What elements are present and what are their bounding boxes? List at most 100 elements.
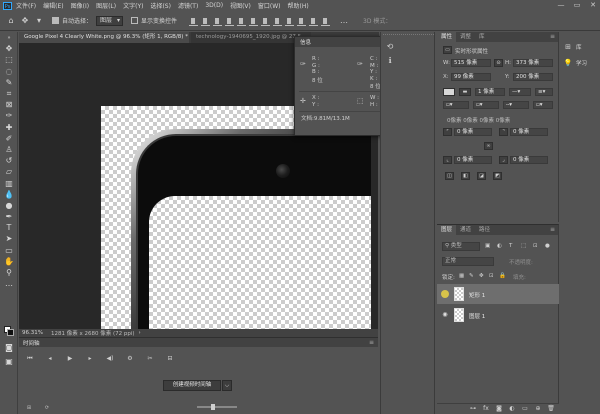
lock-artboard-icon[interactable]: ⊡ <box>489 273 494 279</box>
adjustment-layer-icon[interactable]: ◐ <box>508 405 516 413</box>
filter-shape-icon[interactable]: ⬚ <box>521 243 526 249</box>
tab-paths[interactable]: 路径 <box>475 225 494 235</box>
layer-name[interactable]: 图层 1 <box>469 312 485 320</box>
distribute-right-icon[interactable] <box>321 16 331 26</box>
settings-icon[interactable]: ⚙ <box>125 355 135 363</box>
close-button[interactable]: ✕ <box>588 1 598 10</box>
crop-tool-icon[interactable]: ⌗ <box>0 88 18 99</box>
y-input[interactable]: 200 像素 <box>513 73 553 81</box>
zoom-level[interactable]: 96.31% <box>22 330 43 336</box>
filter-adjustment-icon[interactable]: ◐ <box>497 243 502 249</box>
corner-radius-tr[interactable]: 0 像素 <box>510 128 548 136</box>
timeline-zoom-slider[interactable] <box>197 404 237 410</box>
quick-mask-icon[interactable]: ◙ <box>0 342 18 353</box>
align-right-icon[interactable] <box>249 16 259 26</box>
layer-name[interactable]: 矩形 1 <box>469 291 485 299</box>
learn-panel-button[interactable]: 💡 学习 <box>563 56 599 70</box>
panel-menu-icon[interactable]: ≡ <box>369 338 374 347</box>
history-brush-tool-icon[interactable]: ↺ <box>0 155 18 166</box>
timeline-header[interactable]: 时间轴 ≡ <box>19 338 378 347</box>
background-color-swatch[interactable] <box>7 329 14 336</box>
menu-file[interactable]: 文件(F) <box>16 1 36 10</box>
libraries-panel-button[interactable]: ⊞ 库 <box>563 40 599 54</box>
first-frame-icon[interactable]: ⏮ <box>25 355 35 363</box>
eyedropper-tool-icon[interactable]: ✑ <box>0 110 18 121</box>
create-video-timeline-button[interactable]: 创建视频时间轴 <box>163 380 221 391</box>
tab-document-inactive[interactable]: technology-1940695_1920.jpg @ 27.5... <box>191 32 311 43</box>
move-tool-icon[interactable]: ✥ <box>0 43 18 54</box>
blur-tool-icon[interactable]: 💧 <box>0 189 18 200</box>
path-select-tool-icon[interactable]: ➤ <box>0 233 18 244</box>
zoom-tool-icon[interactable]: ⚲ <box>0 267 18 278</box>
quick-select-tool-icon[interactable]: ✎ <box>0 77 18 88</box>
menu-window[interactable]: 窗口(W) <box>258 1 281 10</box>
info-panel-icon[interactable]: ℹ <box>385 56 395 66</box>
stroke-align-dropdown[interactable]: ≡▾ <box>535 88 553 96</box>
show-transform-checkbox[interactable] <box>131 17 139 24</box>
audio-icon[interactable]: ◀) <box>105 355 115 363</box>
pen-tool-icon[interactable]: ✒ <box>0 211 18 222</box>
menu-3d[interactable]: 3D(D) <box>205 2 223 9</box>
stroke-corner-dropdown[interactable]: ▫▾ <box>473 101 499 109</box>
split-icon[interactable]: ✂ <box>145 355 155 363</box>
add-mask-icon[interactable]: ◙ <box>495 405 503 413</box>
corner-radius-tl[interactable]: 0 像素 <box>454 128 492 136</box>
stroke-cap-dropdown[interactable]: ▫▾ <box>443 101 469 109</box>
tab-layers[interactable]: 图层 <box>437 225 457 235</box>
distribute-bottom-icon[interactable] <box>285 16 295 26</box>
new-layer-icon[interactable]: ⊕ <box>534 405 542 413</box>
clone-stamp-tool-icon[interactable]: ♙ <box>0 144 18 155</box>
filter-smart-icon[interactable]: ⊡ <box>533 243 538 249</box>
stroke-more-dropdown[interactable]: ▫▾ <box>533 101 553 109</box>
width-input[interactable]: 515 像素 <box>451 59 491 67</box>
link-layers-icon[interactable]: ⊶ <box>469 405 477 413</box>
more-tools-icon[interactable]: … <box>0 278 18 289</box>
color-swatches[interactable] <box>4 326 14 336</box>
create-timeline-dropdown[interactable]: ⌵ <box>222 380 232 391</box>
height-input[interactable]: 373 像素 <box>513 59 553 67</box>
eye-icon[interactable]: ◉ <box>441 311 449 318</box>
distribute-left-icon[interactable] <box>297 16 307 26</box>
play-icon[interactable]: ▶ <box>65 355 75 363</box>
corner-radius-bl[interactable]: 0 像素 <box>454 156 492 164</box>
filter-type-icon[interactable]: T <box>509 243 512 249</box>
healing-brush-tool-icon[interactable]: ✚ <box>0 122 18 133</box>
document-canvas[interactable] <box>101 106 371 329</box>
layer-kind-filter[interactable]: ⚲ 类型 <box>442 242 480 251</box>
stroke-type-dropdown[interactable]: —▾ <box>509 88 531 96</box>
menu-image[interactable]: 图像(I) <box>71 1 89 10</box>
menu-view[interactable]: 视图(V) <box>230 1 251 10</box>
blend-mode-dropdown[interactable]: 正常 <box>442 257 494 266</box>
filter-toggle-icon[interactable]: ● <box>545 243 550 249</box>
menu-edit[interactable]: 编辑(E) <box>43 1 63 10</box>
lock-pixels-icon[interactable]: ▦ <box>459 273 464 279</box>
distribute-hcenter-icon[interactable] <box>309 16 319 26</box>
menu-select[interactable]: 选择(S) <box>150 1 171 10</box>
screen-mode-icon[interactable]: ▣ <box>0 356 18 367</box>
visibility-toggle-icon[interactable] <box>441 290 449 298</box>
corner-radius-br[interactable]: 0 像素 <box>510 156 548 164</box>
rectangle-tool-icon[interactable]: ▭ <box>0 245 18 256</box>
slider-knob[interactable] <box>211 404 215 410</box>
align-top-icon[interactable] <box>189 16 199 26</box>
next-frame-icon[interactable]: ▸ <box>85 355 95 363</box>
frame-tool-icon[interactable]: ⊠ <box>0 99 18 110</box>
maximize-button[interactable]: ▭ <box>572 1 582 10</box>
history-panel-icon[interactable]: ⟲ <box>385 42 395 52</box>
path-op-combine-icon[interactable]: ◫ <box>445 172 454 180</box>
stroke-dash-dropdown[interactable]: ╌▾ <box>503 101 529 109</box>
auto-select-checkbox[interactable] <box>52 17 59 24</box>
link-radii-icon[interactable]: ∞ <box>484 142 493 150</box>
distribute-top-icon[interactable] <box>261 16 271 26</box>
path-op-intersect-icon[interactable]: ◪ <box>477 172 486 180</box>
tab-document-active[interactable]: Google Pixel 4 Clearly White.png @ 96.3%… <box>19 32 189 43</box>
distribute-vcenter-icon[interactable] <box>273 16 283 26</box>
new-group-icon[interactable]: ▭ <box>521 405 529 413</box>
type-tool-icon[interactable]: T <box>0 222 18 233</box>
move-tool-icon[interactable]: ✥ <box>20 16 30 26</box>
brush-tool-icon[interactable]: ✐ <box>0 133 18 144</box>
menu-help[interactable]: 帮助(H) <box>288 1 309 10</box>
eraser-tool-icon[interactable]: ▱ <box>0 166 18 177</box>
status-menu-arrow[interactable]: › <box>139 330 141 336</box>
panel-grip[interactable] <box>383 34 434 37</box>
